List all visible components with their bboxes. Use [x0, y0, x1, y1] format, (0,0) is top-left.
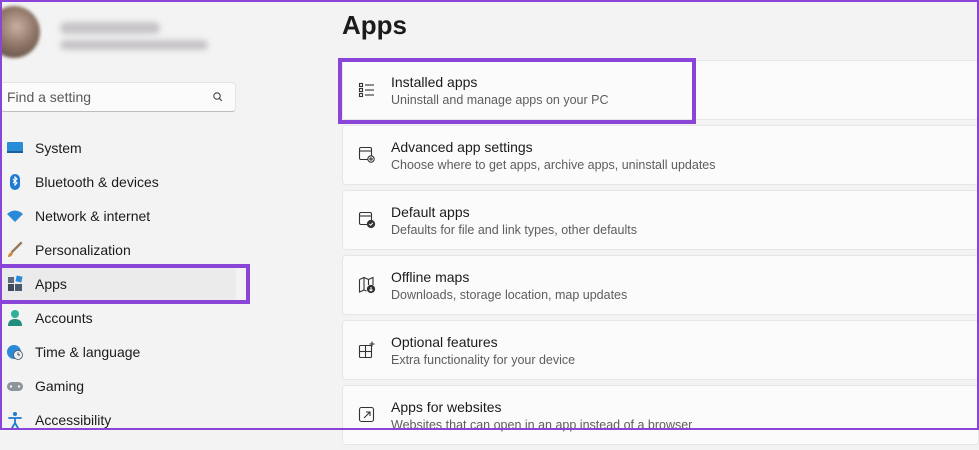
card-title: Offline maps — [391, 268, 470, 285]
map-download-icon — [357, 275, 377, 295]
card-subtitle: Extra functionality for your device — [391, 352, 576, 367]
sidebar-item-time-language[interactable]: Time & language — [0, 335, 318, 369]
card-apps-for-websites[interactable]: Apps for websites Websites that can open… — [342, 385, 979, 445]
card-subtitle: Defaults for file and link types, other … — [391, 222, 637, 237]
default-apps-icon — [357, 210, 377, 230]
app-gear-icon — [357, 145, 377, 165]
search-icon[interactable] — [209, 88, 227, 106]
person-icon — [4, 307, 26, 329]
sidebar-item-label: Personalization — [35, 242, 131, 258]
card-text: Default apps Defaults for file and link … — [391, 203, 637, 238]
open-link-icon — [357, 405, 377, 425]
card-optional-features[interactable]: Optional features Extra functionality fo… — [342, 320, 979, 380]
sidebar-item-label: Time & language — [35, 344, 141, 360]
card-text: Optional features Extra functionality fo… — [391, 333, 575, 368]
search-box[interactable]: Find a setting — [0, 82, 236, 112]
card-title: Default apps — [391, 203, 470, 220]
sidebar-item-label: Accessibility — [35, 412, 112, 428]
card-text: Apps for websites Websites that can open… — [391, 398, 692, 433]
user-email-blurred — [60, 40, 208, 50]
monitor-icon — [4, 137, 26, 159]
sidebar-item-label: Bluetooth & devices — [35, 174, 159, 190]
highlight-box-installed-apps — [338, 58, 696, 124]
bluetooth-icon — [4, 171, 26, 193]
gamepad-icon — [4, 375, 26, 397]
sidebar-item-bluetooth[interactable]: Bluetooth & devices — [0, 165, 318, 199]
sidebar-item-personalization[interactable]: Personalization — [0, 233, 318, 267]
sidebar-item-label: Gaming — [35, 378, 85, 394]
brush-icon — [4, 239, 26, 261]
search-input[interactable]: Find a setting — [7, 89, 209, 105]
page-title: Apps — [342, 10, 407, 40]
card-text: Offline maps Downloads, storage location… — [391, 268, 627, 303]
accessibility-icon — [4, 409, 26, 431]
sidebar-item-network[interactable]: Network & internet — [0, 199, 318, 233]
card-subtitle: Websites that can open in an app instead… — [391, 417, 693, 432]
card-title: Advanced app settings — [391, 138, 533, 155]
card-default-apps[interactable]: Default apps Defaults for file and link … — [342, 190, 979, 250]
card-advanced-app-settings[interactable]: Advanced app settings Choose where to ge… — [342, 125, 979, 185]
card-text: Advanced app settings Choose where to ge… — [391, 138, 716, 173]
user-avatar[interactable] — [0, 6, 40, 58]
card-title: Optional features — [391, 333, 498, 350]
sidebar-item-gaming[interactable]: Gaming — [0, 369, 318, 403]
grid-plus-icon — [357, 340, 377, 360]
highlight-box-apps — [0, 264, 250, 304]
card-subtitle: Downloads, storage location, map updates — [391, 287, 628, 302]
globe-clock-icon — [4, 341, 26, 363]
sidebar: Find a setting System Bluetooth & device… — [0, 0, 318, 430]
card-offline-maps[interactable]: Offline maps Downloads, storage location… — [342, 255, 979, 315]
card-subtitle: Choose where to get apps, archive apps, … — [391, 157, 716, 172]
sidebar-item-accessibility[interactable]: Accessibility — [0, 403, 318, 437]
sidebar-item-accounts[interactable]: Accounts — [0, 301, 318, 335]
sidebar-item-label: System — [35, 140, 82, 156]
wifi-icon — [4, 205, 26, 227]
user-name-blurred — [60, 22, 160, 34]
sidebar-item-label: Network & internet — [35, 208, 151, 224]
card-title: Apps for websites — [391, 398, 502, 415]
sidebar-item-label: Accounts — [35, 310, 93, 326]
sidebar-item-system[interactable]: System — [0, 131, 318, 165]
